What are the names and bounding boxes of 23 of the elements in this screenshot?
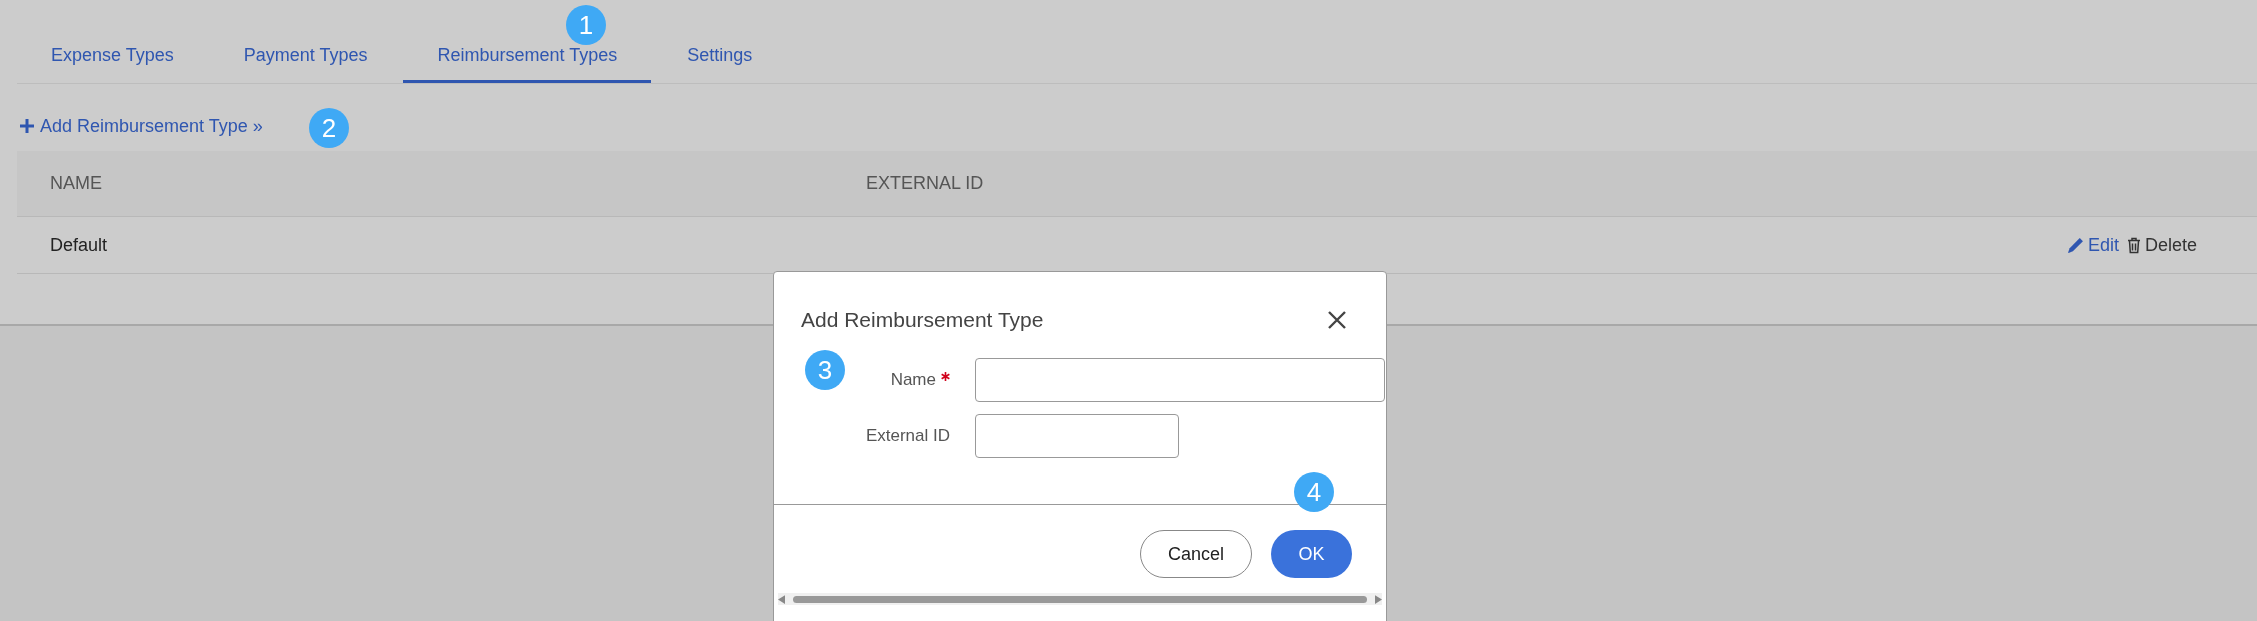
plus-icon	[20, 119, 34, 133]
add-reimbursement-type-link[interactable]: Add Reimbursement Type »	[20, 115, 263, 137]
cancel-button[interactable]: Cancel	[1140, 530, 1252, 578]
edit-link[interactable]: Edit	[2066, 234, 2119, 256]
pencil-icon	[2066, 236, 2084, 254]
table-cell-text: Default	[49, 234, 109, 256]
scroll-right-icon[interactable]	[1375, 594, 1382, 604]
tab[interactable]: Payment Types	[209, 39, 402, 77]
tab[interactable]: Expense Types	[17, 39, 208, 77]
field-label: External ID	[865, 426, 950, 446]
ok-button[interactable]: OK	[1271, 530, 1352, 578]
horizontal-scrollbar[interactable]	[778, 593, 1382, 605]
trash-icon	[2126, 236, 2141, 254]
dialog-title: Add Reimbursement Type	[801, 308, 1044, 332]
column-header: NAME	[49, 173, 103, 194]
field-label: Name	[890, 370, 936, 390]
input-field[interactable]	[975, 358, 1385, 402]
close-icon[interactable]	[1326, 309, 1348, 331]
input-field[interactable]	[975, 414, 1179, 458]
scroll-left-icon[interactable]	[778, 594, 785, 604]
tab[interactable]: Settings	[653, 39, 787, 77]
delete-link[interactable]: Delete	[2126, 234, 2197, 256]
column-header: EXTERNAL ID	[866, 173, 984, 194]
